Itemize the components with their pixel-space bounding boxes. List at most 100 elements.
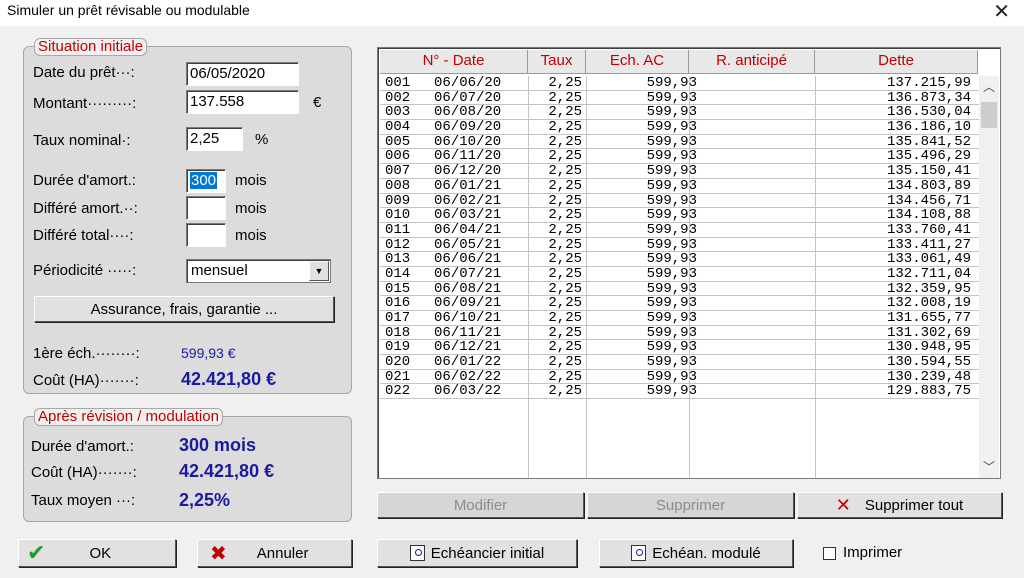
row-dette: 132.711,04 xyxy=(886,265,971,282)
supprimer-button[interactable]: Supprimer xyxy=(587,492,794,518)
row-taux: 2,25 xyxy=(548,104,582,121)
row-date: 06/06/21 xyxy=(434,251,502,268)
ok-button[interactable]: ✔ OK xyxy=(18,539,176,567)
table-row[interactable]: 016 06/09/21 2,25 599,93 132.008,19 xyxy=(380,296,979,311)
echean-module-button[interactable]: Echéan. modulé xyxy=(599,539,793,567)
window-title: Simuler un prêt révisable ou modulable xyxy=(7,2,250,18)
assurance-frais-button[interactable]: Assurance, frais, garantie ... xyxy=(34,296,334,322)
row-number: 007 xyxy=(385,163,411,180)
row-number: 003 xyxy=(385,104,411,121)
row-taux: 2,25 xyxy=(548,383,582,400)
taux-unit: % xyxy=(255,131,269,148)
row-dette: 134.108,88 xyxy=(886,207,971,224)
row-number: 020 xyxy=(385,354,411,371)
table-row[interactable]: 013 06/06/21 2,25 599,93 133.061,49 xyxy=(380,252,979,267)
revision-cout-value: 42.421,80 € xyxy=(179,461,275,481)
row-echeance: 599,93 xyxy=(646,221,697,238)
row-number: 010 xyxy=(385,207,411,224)
row-dette: 137.215,99 xyxy=(886,75,971,91)
differe-amort-field[interactable] xyxy=(186,196,226,220)
table-row[interactable]: 012 06/05/21 2,25 599,93 133.411,27 xyxy=(380,236,979,253)
date-pret-field[interactable]: 06/05/2020 xyxy=(186,62,299,86)
chevron-down-icon[interactable]: ▼ xyxy=(309,261,329,281)
row-number: 016 xyxy=(385,295,411,312)
scroll-up-icon[interactable]: ︿ xyxy=(979,78,999,96)
scroll-down-icon[interactable]: ﹀ xyxy=(979,458,999,476)
row-echeance: 599,93 xyxy=(646,383,697,400)
differe-total-field[interactable] xyxy=(186,223,226,247)
row-number: 013 xyxy=(385,251,411,268)
row-date: 06/11/21 xyxy=(434,324,502,341)
cout-ha-value: 42.421,80 € xyxy=(181,369,277,389)
col-header-ech-ac[interactable]: Ech. AC xyxy=(586,50,689,74)
row-echeance: 599,93 xyxy=(646,163,697,180)
supprimer-tout-button[interactable]: ✕ Supprimer tout xyxy=(797,492,1002,518)
row-dette: 135.150,41 xyxy=(886,163,971,180)
annuler-button[interactable]: ✖ Annuler xyxy=(197,539,352,567)
table-row[interactable]: 008 06/01/21 2,25 599,93 134.803,89 xyxy=(380,179,979,194)
row-echeance: 599,93 xyxy=(646,177,697,194)
table-row[interactable]: 018 06/11/21 2,25 599,93 131.302,69 xyxy=(380,324,979,341)
row-date: 06/08/21 xyxy=(434,280,502,297)
row-date: 06/09/21 xyxy=(434,295,502,312)
row-date: 06/10/20 xyxy=(434,133,502,150)
row-echeance: 599,93 xyxy=(646,236,697,253)
row-taux: 2,25 xyxy=(548,310,582,326)
row-date: 06/09/20 xyxy=(434,119,502,136)
row-date: 06/03/22 xyxy=(434,383,502,400)
row-dette: 136.873,34 xyxy=(886,89,971,106)
delete-x-icon: ✕ xyxy=(835,494,851,515)
modifier-button[interactable]: Modifier xyxy=(377,492,584,518)
scroll-thumb[interactable] xyxy=(981,102,997,128)
table-row[interactable]: 017 06/10/21 2,25 599,93 131.655,77 xyxy=(380,311,979,326)
table-row[interactable]: 020 06/01/22 2,25 599,93 130.594,55 xyxy=(380,355,979,370)
row-date: 06/02/22 xyxy=(434,368,502,385)
echeancier-initial-button[interactable]: Echéancier initial xyxy=(377,539,577,567)
table-row[interactable]: 006 06/11/20 2,25 599,93 135.496,29 xyxy=(380,149,979,165)
table-row[interactable]: 004 06/09/20 2,25 599,93 136.186,10 xyxy=(380,120,979,135)
document-search-icon xyxy=(409,545,425,561)
duree-amort-field[interactable]: 300 xyxy=(186,169,226,193)
echeancier-table[interactable]: N° - Date Taux Ech. AC R. anticipé Dette… xyxy=(377,47,1001,479)
col-header-r-anticipe[interactable]: R. anticipé xyxy=(689,50,815,74)
table-row[interactable]: 005 06/10/20 2,25 599,93 135.841,52 xyxy=(380,135,979,150)
table-row[interactable]: 003 06/08/20 2,25 599,93 136.530,04 xyxy=(380,104,979,121)
col-header-taux[interactable]: Taux xyxy=(528,50,586,74)
taux-nominal-field[interactable]: 2,25 xyxy=(186,127,243,151)
table-row[interactable]: 019 06/12/21 2,25 599,93 130.948,95 xyxy=(380,339,979,356)
col-header-num-date[interactable]: N° - Date xyxy=(380,50,528,74)
ok-label: OK xyxy=(89,544,112,562)
row-dette: 135.841,52 xyxy=(886,133,971,150)
table-row[interactable]: 002 06/07/20 2,25 599,93 136.873,34 xyxy=(380,89,979,106)
situation-initiale-legend: Situation initiale xyxy=(34,38,148,56)
imprimer-checkbox[interactable] xyxy=(823,547,836,560)
row-echeance: 599,93 xyxy=(646,368,697,385)
table-row[interactable]: 007 06/12/20 2,25 599,93 135.150,41 xyxy=(380,164,979,179)
close-icon[interactable]: ✕ xyxy=(993,0,1010,24)
row-taux: 2,25 xyxy=(548,295,582,312)
table-row[interactable]: 001 06/06/20 2,25 599,93 137.215,99 xyxy=(380,76,979,91)
row-number: 019 xyxy=(385,339,411,356)
imprimer-label[interactable]: Imprimer xyxy=(843,544,902,561)
table-row[interactable]: 022 06/03/22 2,25 599,93 129.883,75 xyxy=(380,383,979,400)
periodicite-select[interactable]: mensuel ▼ xyxy=(186,259,331,283)
vertical-scrollbar[interactable]: ︿ ﹀ xyxy=(979,76,999,478)
table-row[interactable]: 021 06/02/22 2,25 599,93 130.239,48 xyxy=(380,370,979,385)
table-row[interactable]: 010 06/03/21 2,25 599,93 134.108,88 xyxy=(380,208,979,223)
row-dette: 134.456,71 xyxy=(886,192,971,209)
apres-revision-group: Après révision / modulation Durée d'amor… xyxy=(23,408,352,522)
taux-moyen-value: 2,25% xyxy=(179,490,231,510)
row-echeance: 599,93 xyxy=(646,207,697,224)
montant-field[interactable]: 137.558 xyxy=(186,90,299,114)
row-dette: 130.948,95 xyxy=(886,339,971,356)
col-header-dette[interactable]: Dette xyxy=(815,50,978,74)
table-row[interactable]: 011 06/04/21 2,25 599,93 133.760,41 xyxy=(380,223,979,238)
table-row[interactable]: 009 06/02/21 2,25 599,93 134.456,71 xyxy=(380,192,979,209)
table-row[interactable]: 015 06/08/21 2,25 599,93 132.359,95 xyxy=(380,280,979,297)
row-number: 014 xyxy=(385,265,411,282)
row-echeance: 599,93 xyxy=(646,119,697,136)
row-dette: 134.803,89 xyxy=(886,177,971,194)
row-echeance: 599,93 xyxy=(646,324,697,341)
table-row[interactable]: 014 06/07/21 2,25 599,93 132.711,04 xyxy=(380,267,979,282)
row-number: 018 xyxy=(385,324,411,341)
